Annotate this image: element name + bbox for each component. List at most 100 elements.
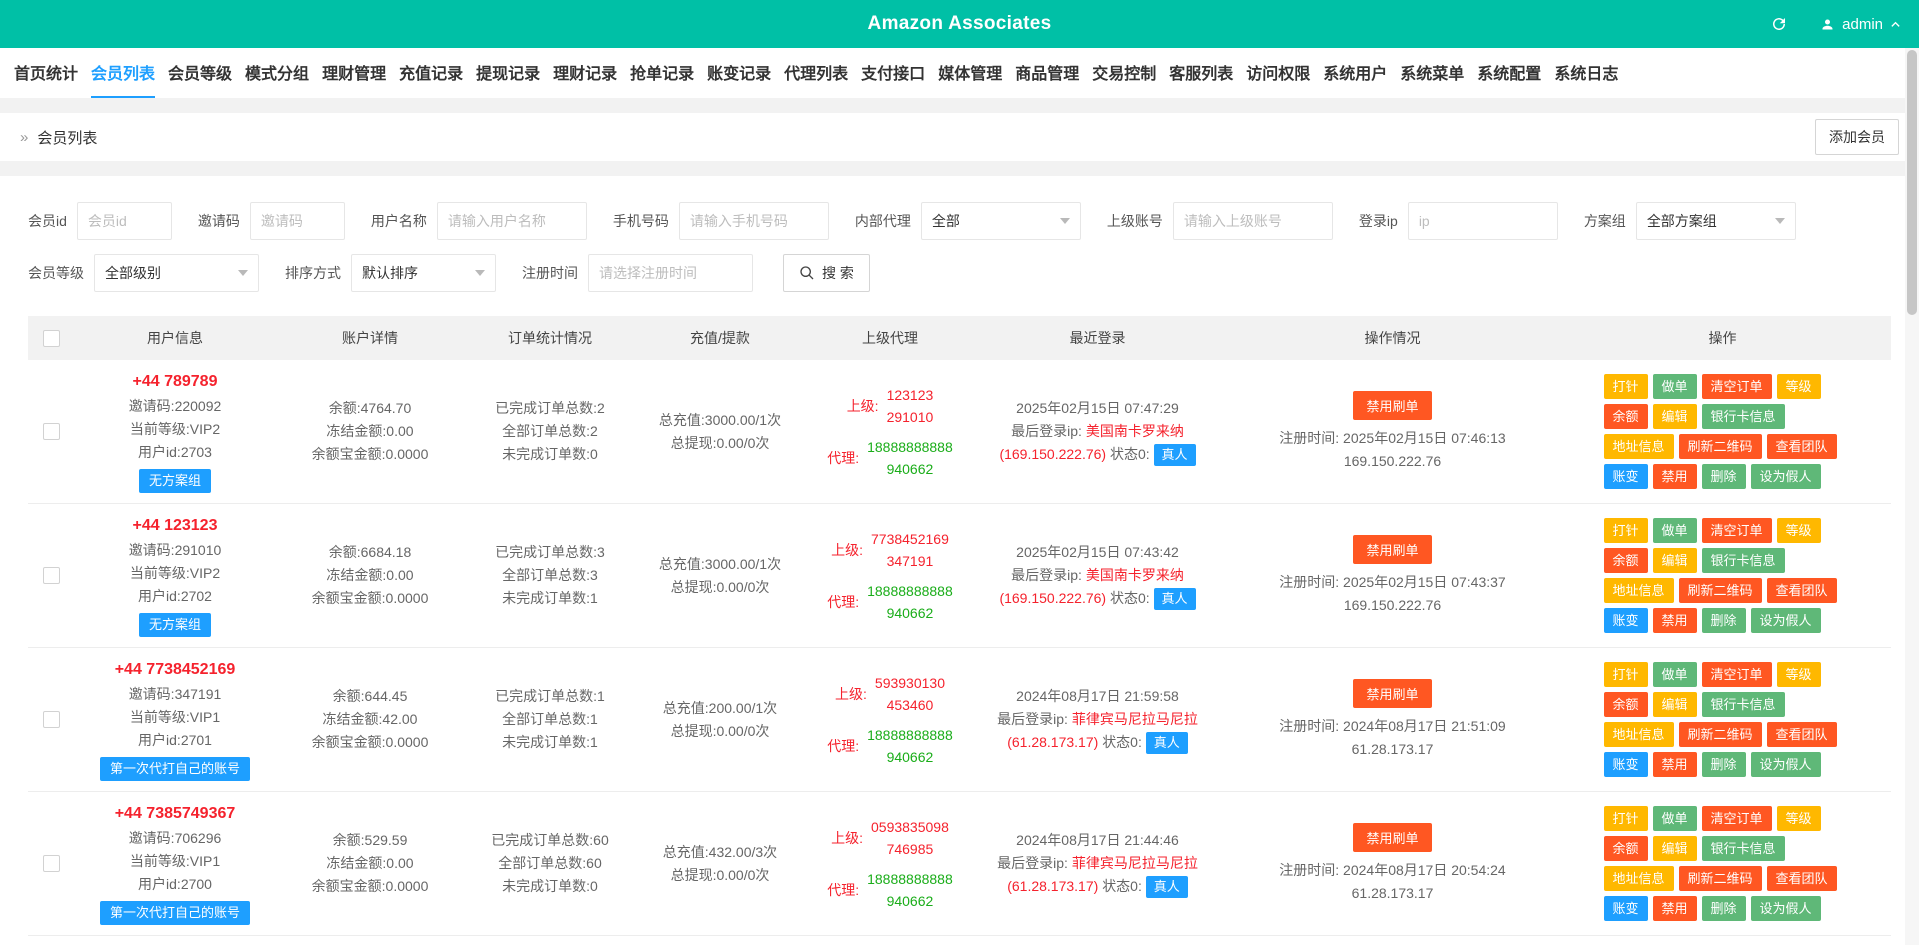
- plan-group-select[interactable]: 全部方案组: [1636, 202, 1796, 240]
- action-button[interactable]: 设为假人: [1751, 608, 1821, 633]
- action-button[interactable]: 余额: [1604, 404, 1648, 429]
- action-button[interactable]: 编辑: [1653, 404, 1697, 429]
- nav-item-12[interactable]: 支付接口: [861, 48, 925, 98]
- action-button[interactable]: 银行卡信息: [1702, 836, 1785, 861]
- nav-item-10[interactable]: 账变记录: [707, 48, 771, 98]
- row-checkbox[interactable]: [43, 423, 60, 440]
- action-button[interactable]: 账变: [1604, 896, 1648, 921]
- member-id-input[interactable]: [77, 202, 172, 240]
- nav-item-17[interactable]: 访问权限: [1246, 48, 1310, 98]
- action-button[interactable]: 打针: [1604, 806, 1648, 831]
- select-all-checkbox[interactable]: [43, 330, 60, 347]
- action-button[interactable]: 做单: [1653, 518, 1697, 543]
- real-person-badge[interactable]: 真人: [1146, 732, 1188, 754]
- user-menu[interactable]: admin: [1820, 16, 1901, 33]
- action-button[interactable]: 禁用: [1653, 752, 1697, 777]
- action-button[interactable]: 地址信息: [1604, 578, 1674, 603]
- action-button[interactable]: 等级: [1777, 662, 1821, 687]
- username-input[interactable]: [437, 202, 587, 240]
- action-button[interactable]: 设为假人: [1751, 896, 1821, 921]
- refresh-icon[interactable]: [1770, 15, 1788, 33]
- row-checkbox[interactable]: [43, 711, 60, 728]
- action-button[interactable]: 刷新二维码: [1679, 434, 1762, 459]
- internal-agent-select[interactable]: 全部: [921, 202, 1081, 240]
- scrollbar[interactable]: [1905, 48, 1919, 945]
- action-button[interactable]: 地址信息: [1604, 722, 1674, 747]
- action-button[interactable]: 等级: [1777, 518, 1821, 543]
- register-time-input[interactable]: [588, 254, 753, 292]
- action-button[interactable]: 禁用: [1653, 464, 1697, 489]
- sort-order-select[interactable]: 默认排序: [351, 254, 496, 292]
- nav-item-20[interactable]: 系统配置: [1477, 48, 1541, 98]
- nav-item-16[interactable]: 客服列表: [1169, 48, 1233, 98]
- nav-item-9[interactable]: 抢单记录: [630, 48, 694, 98]
- nav-item-14[interactable]: 商品管理: [1015, 48, 1079, 98]
- ban-brush-order-badge[interactable]: 禁用刷单: [1353, 391, 1431, 420]
- action-button[interactable]: 做单: [1653, 662, 1697, 687]
- nav-item-15[interactable]: 交易控制: [1092, 48, 1156, 98]
- action-button[interactable]: 做单: [1653, 374, 1697, 399]
- ban-brush-order-badge[interactable]: 禁用刷单: [1353, 679, 1431, 708]
- action-button[interactable]: 清空订单: [1702, 806, 1772, 831]
- nav-item-11[interactable]: 代理列表: [784, 48, 848, 98]
- action-button[interactable]: 删除: [1702, 752, 1746, 777]
- action-button[interactable]: 删除: [1702, 464, 1746, 489]
- action-button[interactable]: 打针: [1604, 518, 1648, 543]
- action-button[interactable]: 查看团队: [1767, 578, 1837, 603]
- ban-brush-order-badge[interactable]: 禁用刷单: [1353, 535, 1431, 564]
- action-button[interactable]: 查看团队: [1767, 866, 1837, 891]
- action-button[interactable]: 清空订单: [1702, 662, 1772, 687]
- action-button[interactable]: 禁用: [1653, 896, 1697, 921]
- action-button[interactable]: 余额: [1604, 548, 1648, 573]
- nav-item-3[interactable]: 会员等级: [168, 48, 232, 98]
- nav-item-4[interactable]: 模式分组: [245, 48, 309, 98]
- action-button[interactable]: 刷新二维码: [1679, 866, 1762, 891]
- nav-item-2[interactable]: 会员列表: [91, 48, 155, 98]
- action-button[interactable]: 地址信息: [1604, 866, 1674, 891]
- scrollbar-thumb[interactable]: [1907, 50, 1917, 315]
- nav-item-19[interactable]: 系统菜单: [1400, 48, 1464, 98]
- invite-code-input[interactable]: [250, 202, 345, 240]
- search-button[interactable]: 搜 索: [783, 254, 870, 292]
- nav-item-13[interactable]: 媒体管理: [938, 48, 1002, 98]
- action-button[interactable]: 编辑: [1653, 692, 1697, 717]
- nav-item-1[interactable]: 首页统计: [14, 48, 78, 98]
- nav-item-8[interactable]: 理财记录: [553, 48, 617, 98]
- nav-item-7[interactable]: 提现记录: [476, 48, 540, 98]
- action-button[interactable]: 编辑: [1653, 548, 1697, 573]
- action-button[interactable]: 余额: [1604, 836, 1648, 861]
- action-button[interactable]: 地址信息: [1604, 434, 1674, 459]
- login-ip-input[interactable]: [1408, 202, 1558, 240]
- plan-group-badge[interactable]: 无方案组: [139, 469, 211, 493]
- member-level-select[interactable]: 全部级别: [94, 254, 259, 292]
- action-button[interactable]: 打针: [1604, 374, 1648, 399]
- action-button[interactable]: 删除: [1702, 608, 1746, 633]
- plan-group-badge[interactable]: 第一次代打自己的账号: [100, 901, 250, 925]
- real-person-badge[interactable]: 真人: [1154, 444, 1196, 466]
- action-button[interactable]: 打针: [1604, 662, 1648, 687]
- real-person-badge[interactable]: 真人: [1146, 876, 1188, 898]
- action-button[interactable]: 查看团队: [1767, 722, 1837, 747]
- action-button[interactable]: 等级: [1777, 806, 1821, 831]
- action-button[interactable]: 账变: [1604, 608, 1648, 633]
- action-button[interactable]: 刷新二维码: [1679, 578, 1762, 603]
- action-button[interactable]: 账变: [1604, 752, 1648, 777]
- real-person-badge[interactable]: 真人: [1154, 588, 1196, 610]
- action-button[interactable]: 等级: [1777, 374, 1821, 399]
- phone-input[interactable]: [679, 202, 829, 240]
- action-button[interactable]: 禁用: [1653, 608, 1697, 633]
- add-member-button[interactable]: 添加会员: [1815, 119, 1899, 155]
- action-button[interactable]: 清空订单: [1702, 518, 1772, 543]
- action-button[interactable]: 账变: [1604, 464, 1648, 489]
- row-checkbox[interactable]: [43, 855, 60, 872]
- action-button[interactable]: 查看团队: [1767, 434, 1837, 459]
- nav-item-6[interactable]: 充值记录: [399, 48, 463, 98]
- nav-item-21[interactable]: 系统日志: [1554, 48, 1618, 98]
- ban-brush-order-badge[interactable]: 禁用刷单: [1353, 823, 1431, 852]
- plan-group-badge[interactable]: 无方案组: [139, 613, 211, 637]
- nav-item-18[interactable]: 系统用户: [1323, 48, 1387, 98]
- action-button[interactable]: 设为假人: [1751, 752, 1821, 777]
- action-button[interactable]: 银行卡信息: [1702, 692, 1785, 717]
- row-checkbox[interactable]: [43, 567, 60, 584]
- action-button[interactable]: 做单: [1653, 806, 1697, 831]
